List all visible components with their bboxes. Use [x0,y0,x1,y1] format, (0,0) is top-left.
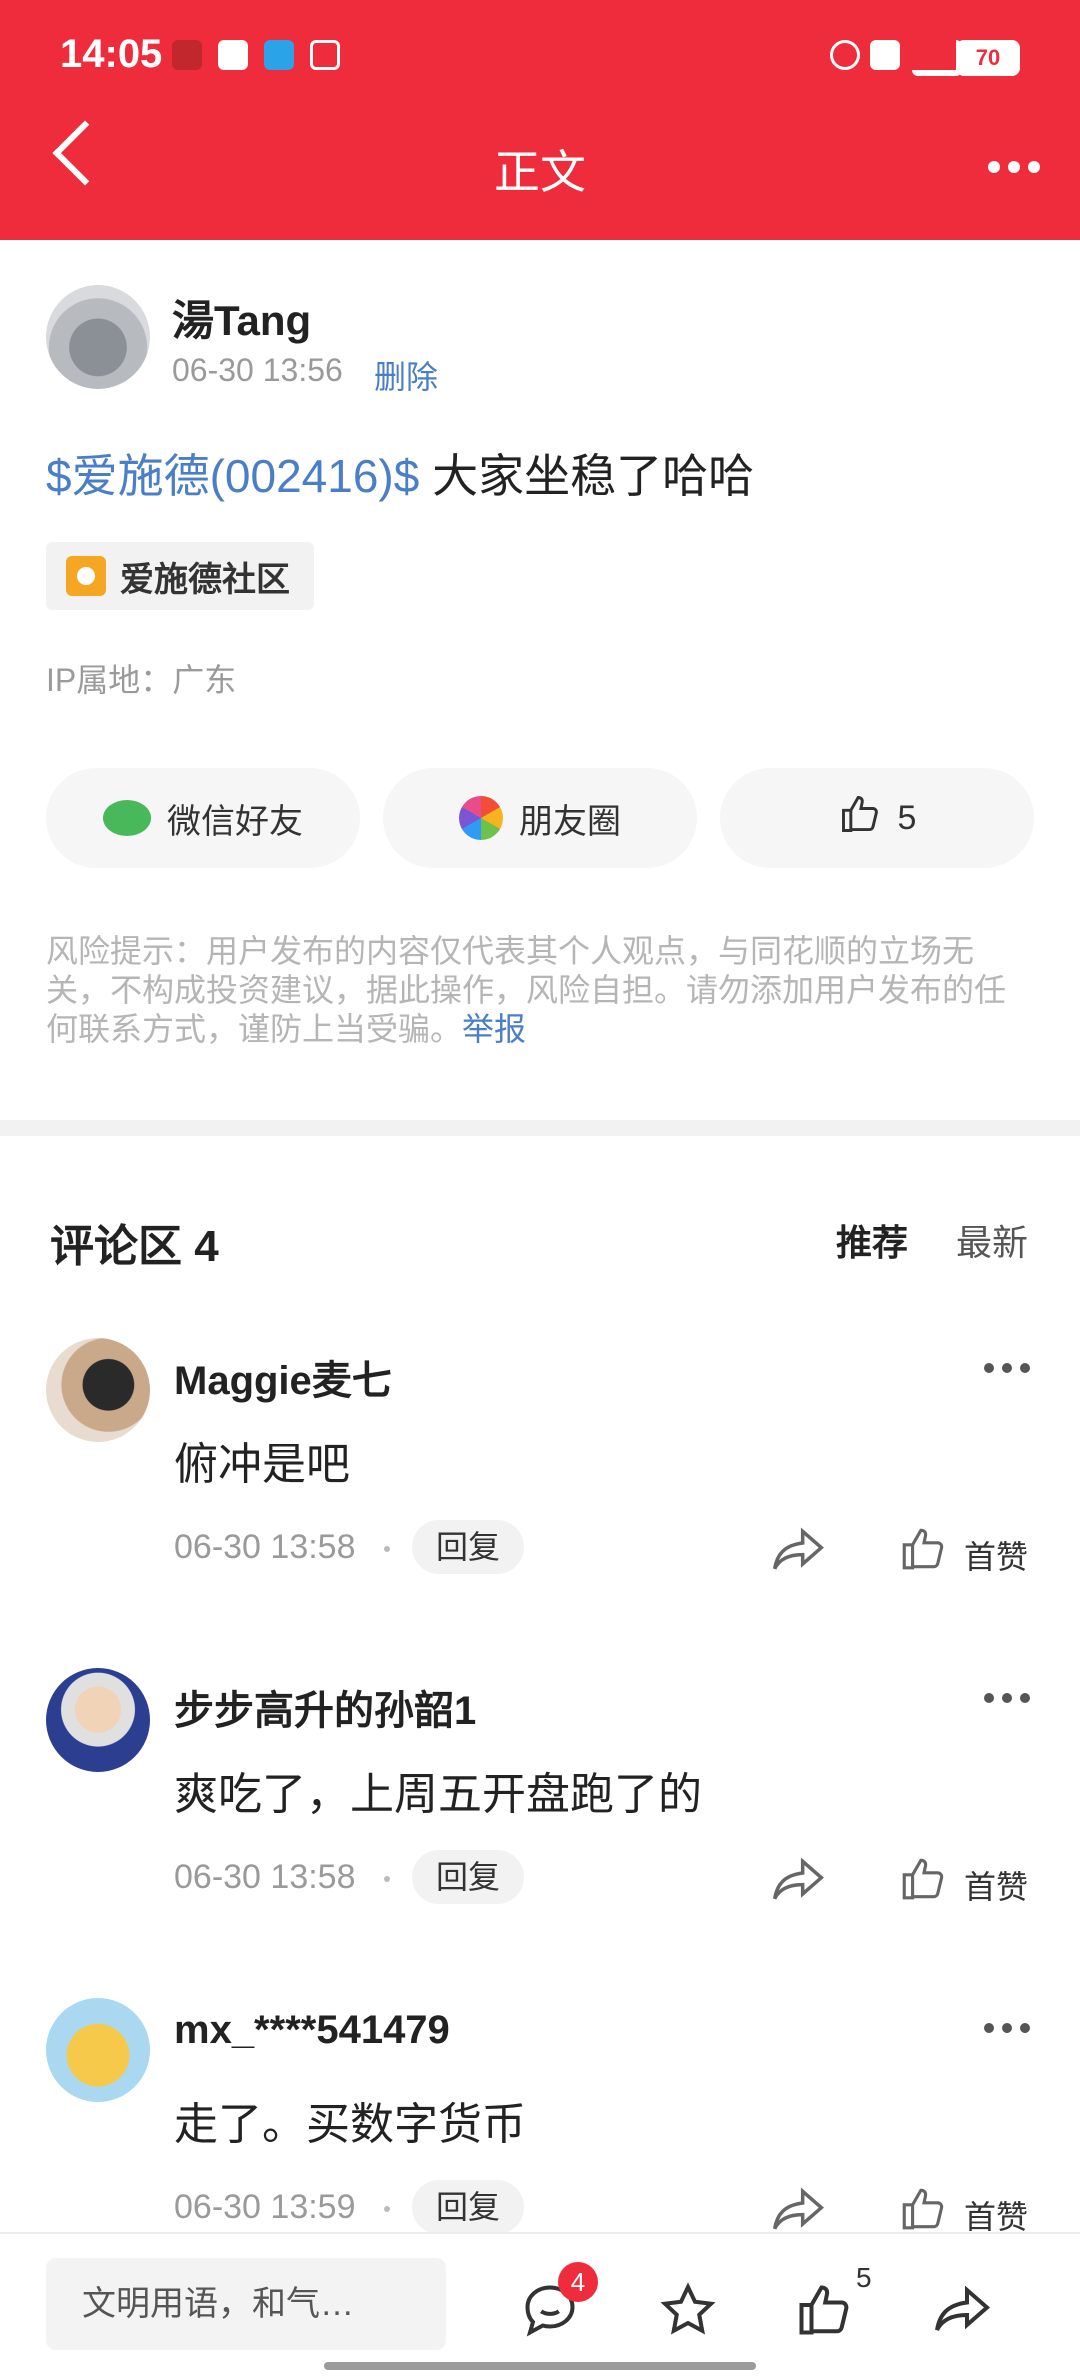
hd-icon [870,40,900,70]
first-like-label[interactable]: 首赞 [964,1862,1028,1908]
like-post-button[interactable]: 5 [720,768,1034,868]
avatar[interactable] [46,285,150,389]
star-icon[interactable] [658,2280,718,2340]
battery-icon: 70 [956,40,1020,76]
share-moments-button[interactable]: 朋友圈 [383,768,697,868]
stock-tag-link[interactable]: $爱施德(002416)$ [46,450,419,502]
avatar[interactable] [46,1338,150,1442]
wechat-icon [103,800,151,836]
separator-dot [384,2206,390,2212]
comment-author[interactable]: 步步高升的孙韶1 [174,1678,476,1736]
sort-latest-tab[interactable]: 最新 [956,1214,1028,1266]
comment-time: 06-30 13:58 [174,1858,356,1896]
thumbs-up-icon[interactable] [898,1854,948,1904]
risk-notice: 风险提示：用户发布的内容仅代表其个人观点，与同花顺的立场无关，不构成投资建议，据… [46,932,1036,1049]
community-tag[interactable]: 爱施德社区 [46,542,314,610]
share-icon[interactable] [932,2280,992,2340]
reply-button[interactable]: 回复 [412,1520,524,1574]
post-text: 大家坐稳了哈哈 [419,450,755,502]
thumbs-up-icon[interactable] [898,2184,948,2234]
delete-link[interactable]: 删除 [374,352,438,398]
share-wechat-button[interactable]: 微信好友 [46,768,360,868]
post-content: $爱施德(002416)$ 大家坐稳了哈哈 [46,440,754,506]
home-app-icon [218,40,248,70]
comment-more-icon[interactable] [976,1690,1030,1708]
notification-icon [172,40,202,70]
signal-icon [912,40,962,76]
share-icon[interactable] [770,1526,826,1574]
reply-button[interactable]: 回复 [412,2180,524,2234]
alarm-icon [830,40,860,70]
comment-time: 06-30 13:58 [174,1528,356,1566]
community-label: 爱施德社区 [120,560,290,599]
comment-author[interactable]: mx_****541479 [174,2008,450,2053]
comment-time: 06-30 13:59 [174,2188,356,2226]
separator-dot [384,1546,390,1552]
more-options-icon[interactable] [980,160,1040,178]
like-count: 5 [897,798,917,837]
telegram-icon [264,40,294,70]
first-like-label[interactable]: 首赞 [964,1532,1028,1578]
comment-more-icon[interactable] [976,1360,1030,1378]
status-time: 14:05 [60,32,163,76]
comment-item: Maggie麦七 俯冲是吧 06-30 13:58 回复 首赞 [0,1338,1080,1668]
report-link[interactable]: 举报 [462,1011,526,1047]
page-title: 正文 [494,146,586,198]
share-icon[interactable] [770,1856,826,1904]
moments-icon [459,796,503,840]
thumbs-up-icon [838,792,882,845]
reply-button[interactable]: 回复 [412,1850,524,1904]
comment-item: 步步高升的孙韶1 爽吃了，上周五开盘跑了的 06-30 13:58 回复 首赞 [0,1668,1080,1998]
send-icon [310,40,340,70]
share-wechat-label: 微信好友 [167,802,303,841]
like-count: 5 [856,2262,872,2293]
comment-more-icon[interactable] [976,2020,1030,2038]
avatar[interactable] [46,1998,150,2102]
separator-dot [384,1876,390,1882]
share-moments-label: 朋友圈 [519,802,621,841]
comment-input[interactable]: 文明用语，和气… [46,2258,446,2350]
author-name[interactable]: 湯Tang [172,287,311,348]
avatar[interactable] [46,1668,150,1772]
home-indicator[interactable] [324,2362,756,2370]
thumbs-up-icon[interactable] [794,2280,854,2340]
comment-text: 俯冲是吧 [174,1440,350,1489]
section-divider [0,1120,1080,1136]
ip-location: IP属地：广东 [46,662,237,698]
share-icon[interactable] [770,2186,826,2234]
community-icon [66,556,106,596]
comment-count-badge: 4 [558,2262,598,2302]
comments-title: 评论区 4 [50,1222,219,1271]
comment-text: 走了。买数字货币 [174,2100,526,2149]
comment-text: 爽吃了，上周五开盘跑了的 [174,1770,702,1819]
sort-recommended-tab[interactable]: 推荐 [836,1214,908,1266]
thumbs-up-icon[interactable] [898,1524,948,1574]
post-time: 06-30 13:56 [172,352,343,388]
comment-author[interactable]: Maggie麦七 [174,1348,392,1406]
